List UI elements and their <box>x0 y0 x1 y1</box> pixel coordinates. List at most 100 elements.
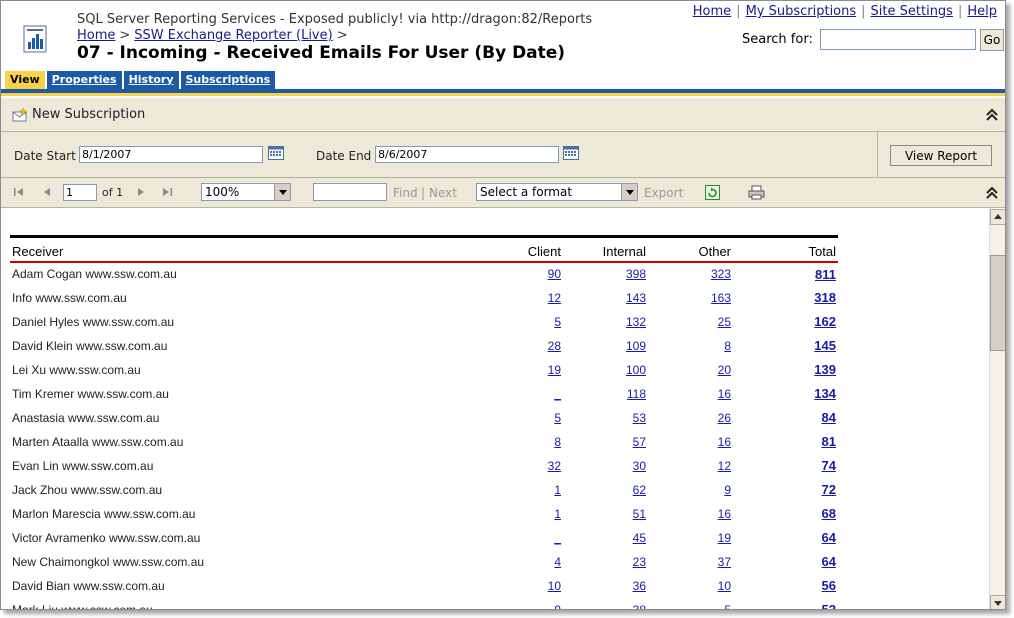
other-count-link[interactable]: 323 <box>711 267 731 281</box>
calendar-icon[interactable] <box>268 145 284 160</box>
site-settings-link[interactable]: Site Settings <box>871 4 953 19</box>
internal-count-link[interactable]: 57 <box>633 435 646 449</box>
total-count-link[interactable]: 72 <box>822 482 836 497</box>
total-count-link[interactable]: 162 <box>814 314 836 329</box>
total-count-link[interactable]: 318 <box>814 290 836 305</box>
total-count-link[interactable]: 84 <box>822 410 836 425</box>
calendar-icon[interactable] <box>563 145 579 160</box>
internal-count-link[interactable]: 109 <box>626 339 646 353</box>
total-count-link[interactable]: 81 <box>822 434 836 449</box>
other-count-link[interactable]: 16 <box>718 387 731 401</box>
next-page-icon[interactable] <box>135 186 147 198</box>
total-count-link[interactable]: 56 <box>822 578 836 593</box>
find-link[interactable]: Find <box>393 186 418 200</box>
collapse-up-icon[interactable] <box>985 186 999 200</box>
find-next-link[interactable]: Next <box>429 186 457 200</box>
total-count-link[interactable]: 74 <box>822 458 836 473</box>
collapse-up-icon[interactable] <box>985 108 999 122</box>
client-count-link[interactable]: 1 <box>554 507 561 521</box>
other-count-link[interactable]: 163 <box>711 291 731 305</box>
other-count-link[interactable]: 20 <box>718 363 731 377</box>
internal-count-link[interactable]: 30 <box>633 459 646 473</box>
other-count-link[interactable]: 25 <box>718 315 731 329</box>
tab-history[interactable]: History <box>123 71 179 90</box>
tab-view[interactable]: View <box>5 71 45 90</box>
internal-count-link[interactable]: 38 <box>633 603 646 610</box>
other-count-link[interactable]: 26 <box>718 411 731 425</box>
last-page-icon[interactable] <box>161 186 173 198</box>
internal-count-link[interactable]: 143 <box>626 291 646 305</box>
previous-page-icon[interactable] <box>41 186 53 198</box>
breadcrumb-home-link[interactable]: Home <box>77 28 115 43</box>
internal-count-link[interactable]: 132 <box>626 315 646 329</box>
total-count-link[interactable]: 64 <box>822 530 836 545</box>
other-count-link[interactable]: 16 <box>718 435 731 449</box>
client-count-link[interactable]: 5 <box>554 411 561 425</box>
date-end-field[interactable] <box>375 146 559 163</box>
other-count-link[interactable]: 12 <box>718 459 731 473</box>
export-format-value: Select a format <box>480 185 573 199</box>
client-count-link[interactable]: 4 <box>554 555 561 569</box>
home-link[interactable]: Home <box>693 4 731 19</box>
receiver-cell: Adam Cogan www.ssw.com.au <box>12 267 177 281</box>
total-count-link[interactable]: 145 <box>814 338 836 353</box>
first-page-icon[interactable] <box>13 186 25 198</box>
total-count-link[interactable]: 64 <box>822 554 836 569</box>
my-subscriptions-link[interactable]: My Subscriptions <box>746 4 857 19</box>
tab-subscriptions[interactable]: Subscriptions <box>180 71 276 90</box>
vertical-scrollbar[interactable] <box>989 209 1005 609</box>
client-count-link[interactable]: _ <box>554 387 561 401</box>
internal-count-link[interactable]: 23 <box>633 555 646 569</box>
internal-count-link[interactable]: 118 <box>627 387 646 401</box>
internal-count-link[interactable]: 45 <box>633 531 646 545</box>
client-count-link[interactable]: 5 <box>554 315 561 329</box>
tab-properties[interactable]: Properties <box>46 71 122 90</box>
scroll-thumb[interactable] <box>990 255 1005 351</box>
client-count-link[interactable]: 90 <box>548 267 561 281</box>
internal-count-link[interactable]: 100 <box>626 363 646 377</box>
client-count-link[interactable]: _ <box>554 531 561 545</box>
other-count-link[interactable]: 9 <box>724 483 731 497</box>
client-count-link[interactable]: 19 <box>548 363 561 377</box>
internal-count-link[interactable]: 62 <box>633 483 646 497</box>
total-count-link[interactable]: 811 <box>815 267 836 282</box>
total-count-link[interactable]: 52 <box>822 602 836 609</box>
print-icon[interactable] <box>748 185 765 200</box>
export-link[interactable]: Export <box>644 186 683 200</box>
other-count-link[interactable]: 8 <box>724 339 731 353</box>
internal-count-link[interactable]: 53 <box>633 411 646 425</box>
breadcrumb-folder-link[interactable]: SSW Exchange Reporter (Live) <box>134 28 332 43</box>
client-count-link[interactable]: 8 <box>554 435 561 449</box>
other-count-link[interactable]: 5 <box>724 603 731 610</box>
total-count-link[interactable]: 68 <box>822 506 836 521</box>
new-subscription-icon[interactable] <box>12 108 28 122</box>
scroll-up-button[interactable] <box>990 209 1005 225</box>
other-count-link[interactable]: 19 <box>718 531 731 545</box>
new-subscription-button[interactable]: New Subscription <box>32 107 145 122</box>
zoom-select[interactable]: 100% <box>201 183 291 201</box>
internal-count-link[interactable]: 51 <box>633 507 646 521</box>
date-start-field[interactable] <box>79 146 263 163</box>
client-count-link[interactable]: 32 <box>548 459 561 473</box>
internal-count-link[interactable]: 398 <box>626 267 646 281</box>
client-count-link[interactable]: 1 <box>554 483 561 497</box>
view-report-button[interactable]: View Report <box>890 145 992 166</box>
find-input[interactable] <box>313 183 387 201</box>
other-count-link[interactable]: 16 <box>718 507 731 521</box>
client-count-link[interactable]: 12 <box>548 291 561 305</box>
scroll-down-button[interactable] <box>990 595 1005 609</box>
go-button[interactable]: Go <box>980 29 1004 51</box>
other-count-link[interactable]: 37 <box>718 555 731 569</box>
other-count-link[interactable]: 10 <box>718 579 731 593</box>
client-count-link[interactable]: 10 <box>548 579 561 593</box>
help-link[interactable]: Help <box>967 4 997 19</box>
refresh-icon[interactable] <box>705 185 720 200</box>
page-number-input[interactable] <box>63 184 97 201</box>
client-count-link[interactable]: 28 <box>548 339 561 353</box>
total-count-link[interactable]: 134 <box>814 386 836 401</box>
export-format-select[interactable]: Select a format <box>476 183 638 201</box>
internal-count-link[interactable]: 36 <box>633 579 646 593</box>
search-input[interactable] <box>820 29 976 50</box>
total-count-link[interactable]: 139 <box>814 362 836 377</box>
client-count-link[interactable]: 9 <box>554 603 561 610</box>
